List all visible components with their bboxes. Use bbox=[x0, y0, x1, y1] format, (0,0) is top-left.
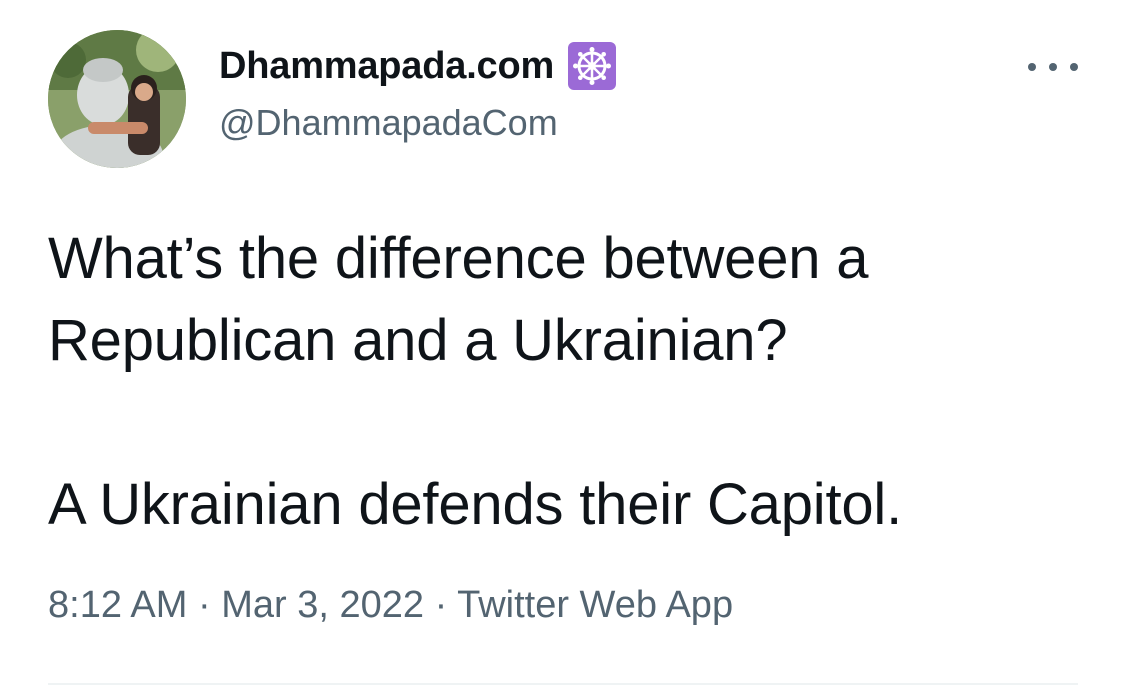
more-dot bbox=[1070, 63, 1078, 71]
tweet-time[interactable]: 8:12 AM bbox=[48, 584, 187, 626]
author-display-name[interactable]: Dhammapada.com bbox=[219, 45, 554, 88]
avatar[interactable] bbox=[48, 30, 186, 168]
tweet-card: Dhammapada.com @DhammapadaCom What’s the… bbox=[0, 0, 1125, 686]
tweet-text-line: What’s the difference between a bbox=[48, 226, 869, 291]
more-options-icon[interactable] bbox=[1028, 52, 1078, 82]
tweet-source[interactable]: Twitter Web App bbox=[457, 584, 733, 626]
dharma-wheel-icon bbox=[568, 42, 617, 90]
avatar-image bbox=[48, 30, 186, 168]
more-dot bbox=[1028, 63, 1036, 71]
tweet-text-line: Republican and a Ukrainian? bbox=[48, 308, 788, 373]
tweet-text-line: A Ukrainian defends their Capitol. bbox=[48, 472, 903, 537]
divider bbox=[48, 683, 1078, 685]
tweet-metadata: 8:12 AM · Mar 3, 2022 · Twitter Web App bbox=[48, 584, 733, 627]
author-name-row: Dhammapada.com bbox=[219, 40, 617, 92]
author-handle[interactable]: @DhammapadaCom bbox=[219, 102, 558, 144]
tweet-date[interactable]: Mar 3, 2022 bbox=[221, 584, 424, 626]
more-dot bbox=[1049, 63, 1057, 71]
tweet-text: What’s the difference between a Republic… bbox=[48, 218, 1088, 546]
meta-separator: · bbox=[434, 584, 448, 626]
meta-separator: · bbox=[197, 584, 211, 626]
